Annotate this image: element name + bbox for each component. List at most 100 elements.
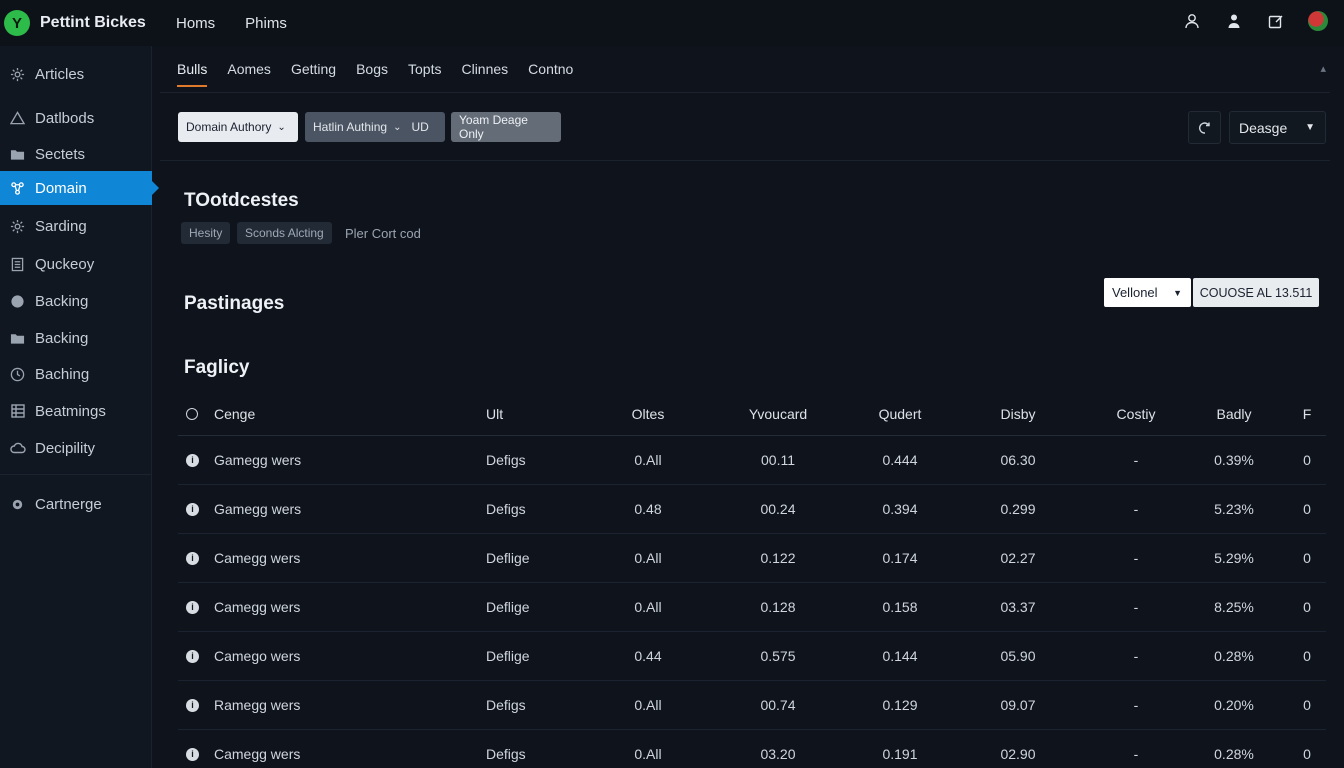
info-icon[interactable]: i [186,583,199,631]
sidebar-item-articles[interactable]: Articles [0,57,152,91]
sidebar-item-backing-2[interactable]: Backing [0,321,152,355]
sidebar-item-label: Domain [35,179,87,197]
table-cell: 0 [1303,452,1311,468]
sidebar-item-label: Articles [35,65,85,83]
filter-label: Hatlin Authing [313,120,388,134]
refresh-icon [1198,121,1210,134]
chip-sconds-alcting[interactable]: Sconds Alcting [237,222,332,244]
brand[interactable]: Y Pettint Bickes [0,10,176,36]
column-header[interactable]: Qudert [868,393,932,435]
table-cell: Defigs [486,501,526,517]
tab-clinnes[interactable]: Clinnes [461,58,508,87]
table-cell: - [1133,452,1139,468]
table-cell: 00.74 [760,697,796,713]
cloud-icon [9,440,26,457]
corner-caret-icon[interactable]: ▴ [1320,62,1326,75]
tab-bogs[interactable]: Bogs [356,58,388,87]
chip-hesity[interactable]: Hesity [181,222,231,244]
column-header[interactable]: Badly [1204,393,1264,435]
table-cell: Deflige [486,550,530,566]
info-icon[interactable]: i [186,485,199,533]
sidebar-item-backing[interactable]: Backing [0,284,152,318]
domain-authority-filter[interactable]: Domain Authory ⌄ [178,112,298,142]
info-icon[interactable]: i [186,681,199,729]
sidebar-item-label: Sarding [35,217,87,235]
filter-label: Yoam Deage Only [459,113,528,141]
person-icon[interactable] [1224,10,1244,32]
sidebar-item-decipility[interactable]: Decipility [0,431,152,465]
table-row[interactable]: i Camego wers Deflige 0.44 0.575 0.144 0… [178,632,1326,681]
edit-icon[interactable] [1266,10,1286,32]
table-cell: Defigs [486,697,526,713]
avatar[interactable] [1308,10,1328,32]
sidebar-item-datlbods[interactable]: Datlbods [0,101,152,135]
info-icon[interactable]: i [186,436,199,484]
sidebar-item-label: Quckeoy [35,255,95,273]
sidebar-item-cartnerge[interactable]: Cartnerge [0,487,152,521]
tab-getting[interactable]: Getting [291,58,336,87]
sidebar-item-label: Datlbods [35,109,95,127]
vellonel-select[interactable]: Vellonel ▼ [1104,278,1191,307]
deasge-dropdown[interactable]: Deasge ▼ [1229,111,1326,144]
select-all-radio[interactable] [186,393,198,435]
table-row[interactable]: i Camegg wers Deflige 0.All 0.122 0.174 … [178,534,1326,583]
yoam-deage-filter[interactable]: Yoam Deage Only [451,112,561,142]
sidebar-item-label: Decipility [35,439,96,457]
table-cell: 0.174 [882,550,918,566]
info-icon[interactable]: i [186,730,199,768]
table-cell: 03.20 [760,746,796,762]
sidebar-item-sarding[interactable]: Sarding [0,209,152,243]
sidebar-divider [0,474,152,475]
sidebar: Articles Datlbods Sectets Domain Sarding… [0,46,159,768]
gear-icon [9,66,26,83]
topnav-item-homs[interactable]: Homs [176,15,215,32]
table-cell: 0.191 [882,746,918,762]
hatlin-authing-filter[interactable]: Hatlin Authing ⌄ UD [305,112,445,142]
table-row[interactable]: i Gamegg wers Defigs 0.48 00.24 0.394 0.… [178,485,1326,534]
info-icon[interactable]: i [186,632,199,680]
table-row[interactable]: i Ramegg wers Defigs 0.All 00.74 0.129 0… [178,681,1326,730]
column-header[interactable]: Oltes [618,393,678,435]
sidebar-item-baching[interactable]: Baching [0,357,152,391]
sub-tabs: Bulls Aomes Getting Bogs Topts Clinnes C… [177,58,593,87]
column-header[interactable]: Disby [988,393,1048,435]
table-cell: Ramegg wers [214,697,301,713]
caret-down-icon: ▼ [1305,122,1315,133]
table-cell: 0 [1303,599,1311,615]
column-header[interactable]: Costiy [1106,393,1166,435]
tab-aomes[interactable]: Aomes [227,58,271,87]
column-header[interactable]: Ult [486,393,503,435]
tab-contno[interactable]: Contno [528,58,573,87]
table-cell: 0.48 [634,501,662,517]
table-cell: 0.122 [760,550,796,566]
tab-topts[interactable]: Topts [408,58,441,87]
gear-icon [9,496,26,513]
column-header[interactable]: Cenge [214,393,255,435]
sidebar-item-domain[interactable]: Domain [0,171,159,205]
sidebar-item-sectets[interactable]: Sectets [0,137,152,171]
column-header[interactable]: Yvoucard [743,393,813,435]
tabs-divider [160,92,1330,93]
table-row[interactable]: i Camegg wers Deflige 0.All 0.128 0.158 … [178,583,1326,632]
table-cell: 03.37 [1000,599,1036,615]
sidebar-item-beatmings[interactable]: Beatmings [0,394,152,428]
table-cell: 5.23% [1214,501,1254,517]
table-row[interactable]: i Camegg wers Defigs 0.All 03.20 0.191 0… [178,730,1326,768]
code-button[interactable]: COUOSE AL 13.511 [1193,278,1319,307]
refresh-button[interactable] [1188,111,1221,144]
topnav-item-phims[interactable]: Phims [245,15,287,32]
section-title: TOotdcestes [184,190,299,211]
info-icon[interactable]: i [186,534,199,582]
table-header-row: Cenge Ult Oltes Yvoucard Qudert Disby Co… [178,393,1326,436]
table-row[interactable]: i Gamegg wers Defigs 0.All 00.11 0.444 0… [178,436,1326,485]
table-cell: 0.39% [1214,452,1254,468]
table-cell: 0 [1303,550,1311,566]
user-icon[interactable] [1182,10,1202,32]
table-cell: 0.28% [1214,746,1254,762]
filter-divider [160,160,1330,161]
table-cell: Gamegg wers [214,501,302,517]
column-header[interactable]: F [1296,393,1318,435]
tab-bulls[interactable]: Bulls [177,58,208,87]
globe-icon [9,293,26,310]
sidebar-item-quckeoy[interactable]: Quckeoy [0,247,152,281]
